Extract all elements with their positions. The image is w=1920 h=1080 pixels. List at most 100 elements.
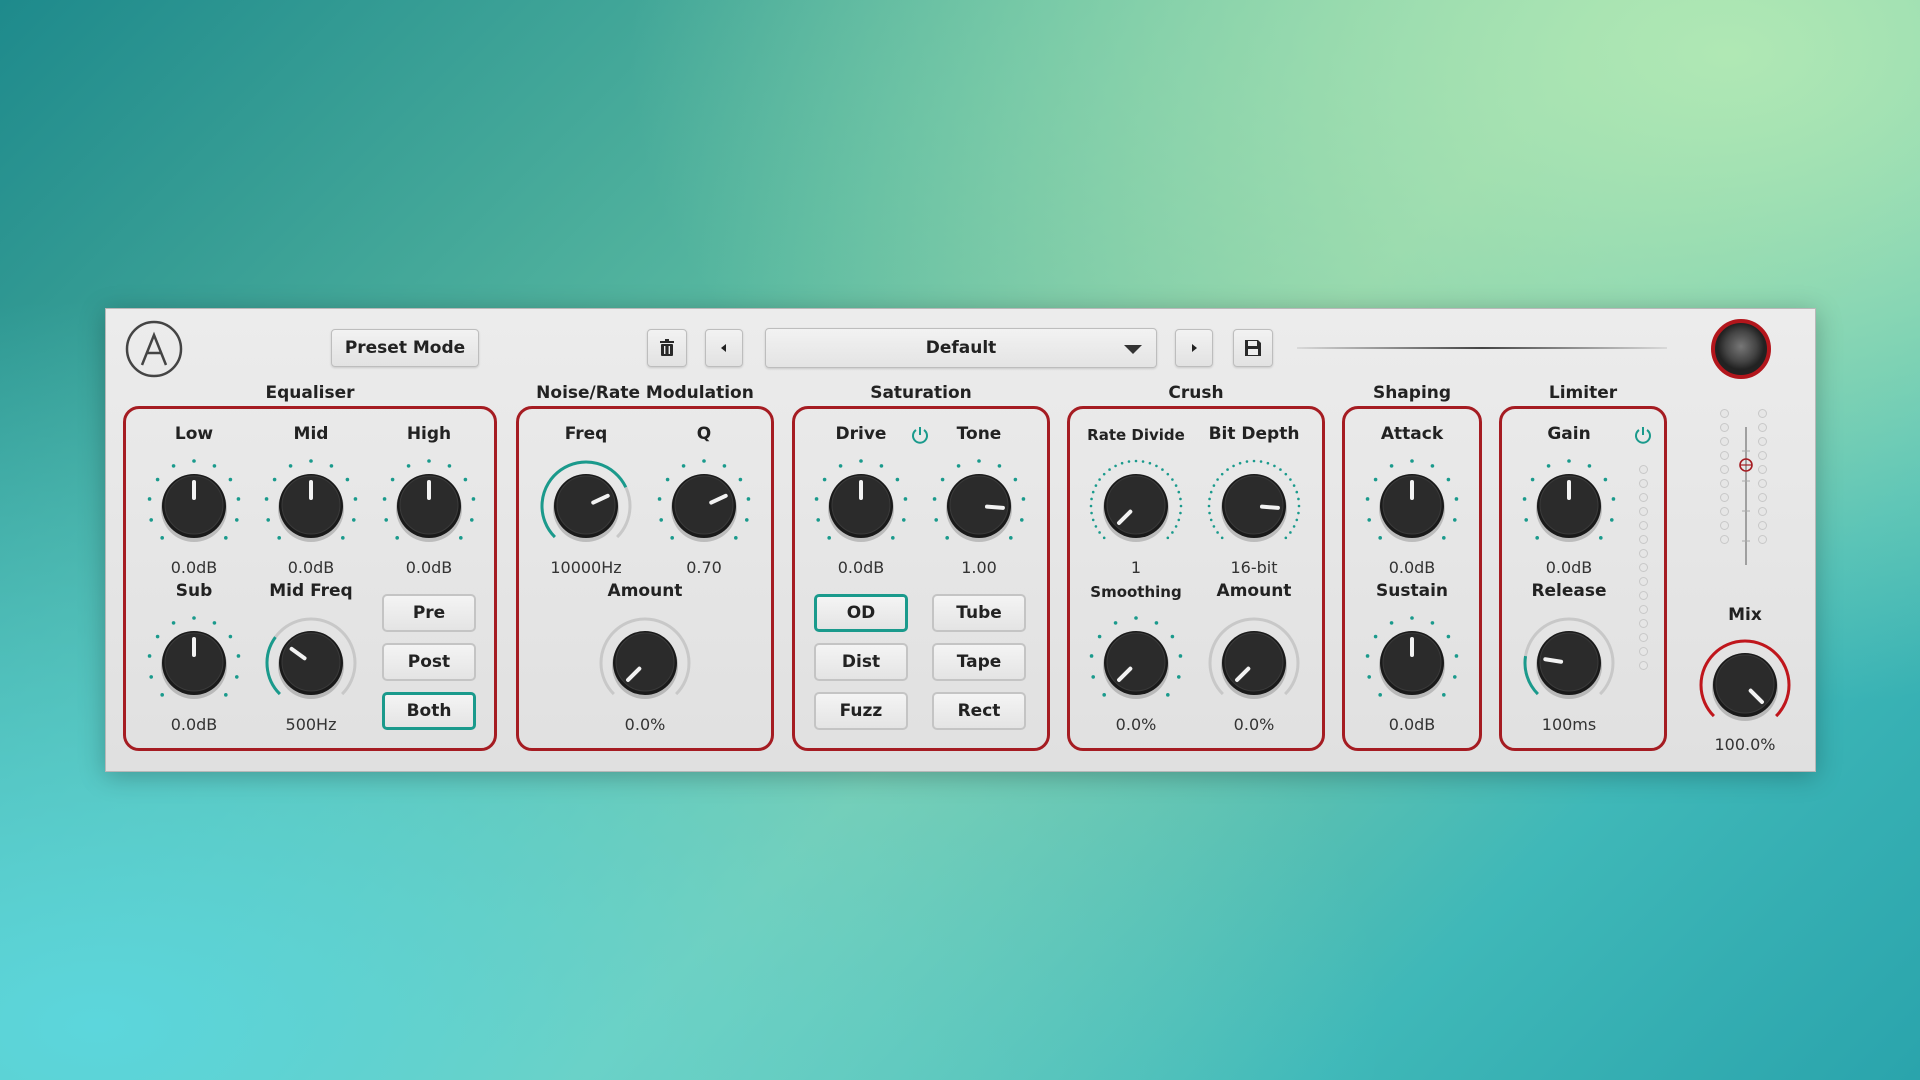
- meter-led: [1720, 409, 1729, 418]
- tape-button[interactable]: Tape: [932, 643, 1026, 681]
- bit-depth-knob[interactable]: [1204, 456, 1304, 556]
- preset-mode-button[interactable]: Preset Mode: [331, 329, 479, 367]
- mid-label: Mid: [293, 424, 329, 444]
- meter-led: [1639, 577, 1648, 586]
- mix-knob[interactable]: [1695, 635, 1795, 735]
- mix-label: Mix: [1728, 605, 1762, 625]
- od-button[interactable]: OD: [814, 594, 908, 632]
- meter-led: [1639, 507, 1648, 516]
- caret-down-icon: [1124, 345, 1142, 354]
- q-knob[interactable]: [654, 456, 754, 556]
- output-fader[interactable]: [1734, 421, 1758, 571]
- meter-led: [1639, 619, 1648, 628]
- meter-led: [1758, 465, 1767, 474]
- mid-knob[interactable]: [261, 456, 361, 556]
- release-label: Release: [1531, 581, 1607, 601]
- meter-led: [1720, 493, 1729, 502]
- tone-knob[interactable]: [929, 456, 1029, 556]
- freq-knob[interactable]: [536, 456, 636, 556]
- q-value: 0.70: [686, 558, 722, 577]
- power-icon[interactable]: [909, 424, 931, 446]
- meter-led: [1639, 563, 1648, 572]
- noise-title: Noise/Rate Modulation: [536, 383, 754, 403]
- save-preset-button[interactable]: [1233, 329, 1273, 367]
- meter-led: [1639, 633, 1648, 642]
- meter-led: [1639, 493, 1648, 502]
- mid-freq-value: 500Hz: [285, 715, 337, 734]
- release-knob[interactable]: [1519, 613, 1619, 713]
- low-knob[interactable]: [144, 456, 244, 556]
- rate-divide-knob[interactable]: [1086, 456, 1186, 556]
- meter-led: [1720, 465, 1729, 474]
- attack-knob[interactable]: [1362, 456, 1462, 556]
- meter-led: [1720, 535, 1729, 544]
- meter-led: [1639, 591, 1648, 600]
- meter-led: [1720, 423, 1729, 432]
- gain-label: Gain: [1547, 424, 1591, 444]
- sub-knob[interactable]: [144, 613, 244, 713]
- shaping-title: Shaping: [1372, 383, 1452, 403]
- mid-freq-knob[interactable]: [261, 613, 361, 713]
- previous-preset-button[interactable]: [705, 329, 743, 367]
- meter-led: [1758, 437, 1767, 446]
- drive-label: Drive: [835, 424, 887, 444]
- meter-led: [1758, 479, 1767, 488]
- meter-led: [1639, 535, 1648, 544]
- smoothing-label: Smoothing: [1090, 583, 1182, 601]
- low-label: Low: [174, 424, 214, 444]
- preset-name: Default: [925, 338, 997, 358]
- meter-led: [1720, 521, 1729, 530]
- q-label: Q: [696, 424, 712, 444]
- mid-value: 0.0dB: [287, 558, 335, 577]
- crush-amount-knob[interactable]: [1204, 613, 1304, 713]
- crush-title: Crush: [1168, 383, 1224, 403]
- meter-led: [1639, 549, 1648, 558]
- power-icon[interactable]: [1632, 424, 1654, 446]
- freq-value: 10000Hz: [550, 558, 622, 577]
- meter-led: [1639, 605, 1648, 614]
- tone-label: Tone: [956, 424, 1002, 444]
- next-preset-button[interactable]: [1175, 329, 1213, 367]
- meter-led: [1758, 493, 1767, 502]
- meter-led: [1758, 409, 1767, 418]
- sustain-knob[interactable]: [1362, 613, 1462, 713]
- user-avatar-icon[interactable]: [1711, 319, 1771, 379]
- crush-amount-value: 0.0%: [1233, 715, 1275, 734]
- meter-led: [1720, 479, 1729, 488]
- bit-depth-value: 16-bit: [1230, 558, 1278, 577]
- low-value: 0.0dB: [170, 558, 218, 577]
- noise-amount-value: 0.0%: [624, 715, 666, 734]
- preset-selector[interactable]: Default: [765, 328, 1157, 368]
- meter-led: [1758, 451, 1767, 460]
- crush-amount-label: Amount: [1216, 581, 1292, 601]
- both-button[interactable]: Both: [382, 692, 476, 730]
- header-divider: [1297, 347, 1667, 349]
- meter-led: [1639, 465, 1648, 474]
- gain-knob[interactable]: [1519, 456, 1619, 556]
- high-knob[interactable]: [379, 456, 479, 556]
- meter-led: [1720, 437, 1729, 446]
- fuzz-button[interactable]: Fuzz: [814, 692, 908, 730]
- gain-value: 0.0dB: [1545, 558, 1593, 577]
- rect-button[interactable]: Rect: [932, 692, 1026, 730]
- high-label: High: [406, 424, 452, 444]
- delete-preset-button[interactable]: [647, 329, 687, 367]
- post-button[interactable]: Post: [382, 643, 476, 681]
- pre-button[interactable]: Pre: [382, 594, 476, 632]
- noise-amount-label: Amount: [607, 581, 683, 601]
- equaliser-title: Equaliser: [265, 383, 355, 403]
- meter-led: [1720, 507, 1729, 516]
- sub-value: 0.0dB: [170, 715, 218, 734]
- meter-led: [1758, 535, 1767, 544]
- meter-led: [1758, 423, 1767, 432]
- sustain-label: Sustain: [1376, 581, 1448, 601]
- drive-knob[interactable]: [811, 456, 911, 556]
- meter-led: [1758, 521, 1767, 530]
- output-meter-right: [1758, 409, 1768, 549]
- dist-button[interactable]: Dist: [814, 643, 908, 681]
- noise-amount-knob[interactable]: [595, 613, 695, 713]
- sub-label: Sub: [175, 581, 213, 601]
- smoothing-value: 0.0%: [1115, 715, 1157, 734]
- tube-button[interactable]: Tube: [932, 594, 1026, 632]
- smoothing-knob[interactable]: [1086, 613, 1186, 713]
